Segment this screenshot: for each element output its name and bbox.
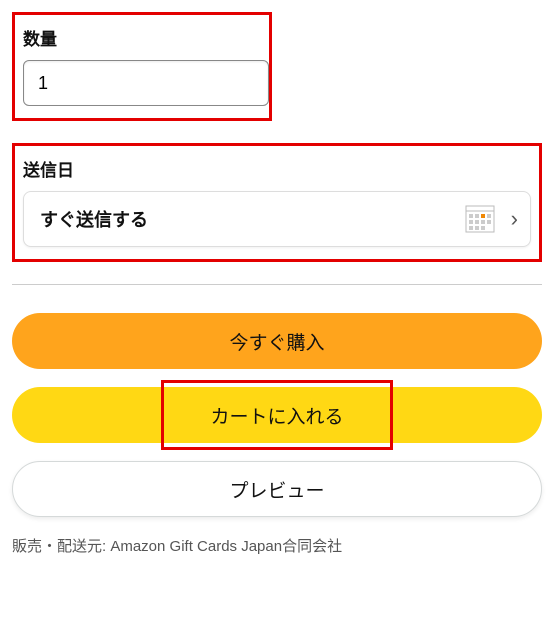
divider [12,284,542,285]
send-date-label: 送信日 [23,156,531,181]
preview-button[interactable]: プレビュー [12,461,542,517]
seller-info: 販売・配送元: Amazon Gift Cards Japan合同会社 [12,535,542,556]
buy-now-label: 今すぐ購入 [229,328,324,355]
send-date-section: 送信日 すぐ送信する › [12,143,542,262]
preview-label: プレビュー [229,476,324,503]
add-to-cart-button[interactable]: カートに入れる [12,387,542,443]
quantity-input[interactable] [23,60,269,106]
quantity-section: 数量 [12,12,272,121]
calendar-icon [465,205,495,233]
quantity-label: 数量 [23,25,261,50]
send-date-selector[interactable]: すぐ送信する › [23,191,531,247]
buy-now-button[interactable]: 今すぐ購入 [12,313,542,369]
add-to-cart-label: カートに入れる [210,402,343,429]
send-date-value: すぐ送信する [40,206,465,232]
chevron-right-icon: › [511,206,518,232]
